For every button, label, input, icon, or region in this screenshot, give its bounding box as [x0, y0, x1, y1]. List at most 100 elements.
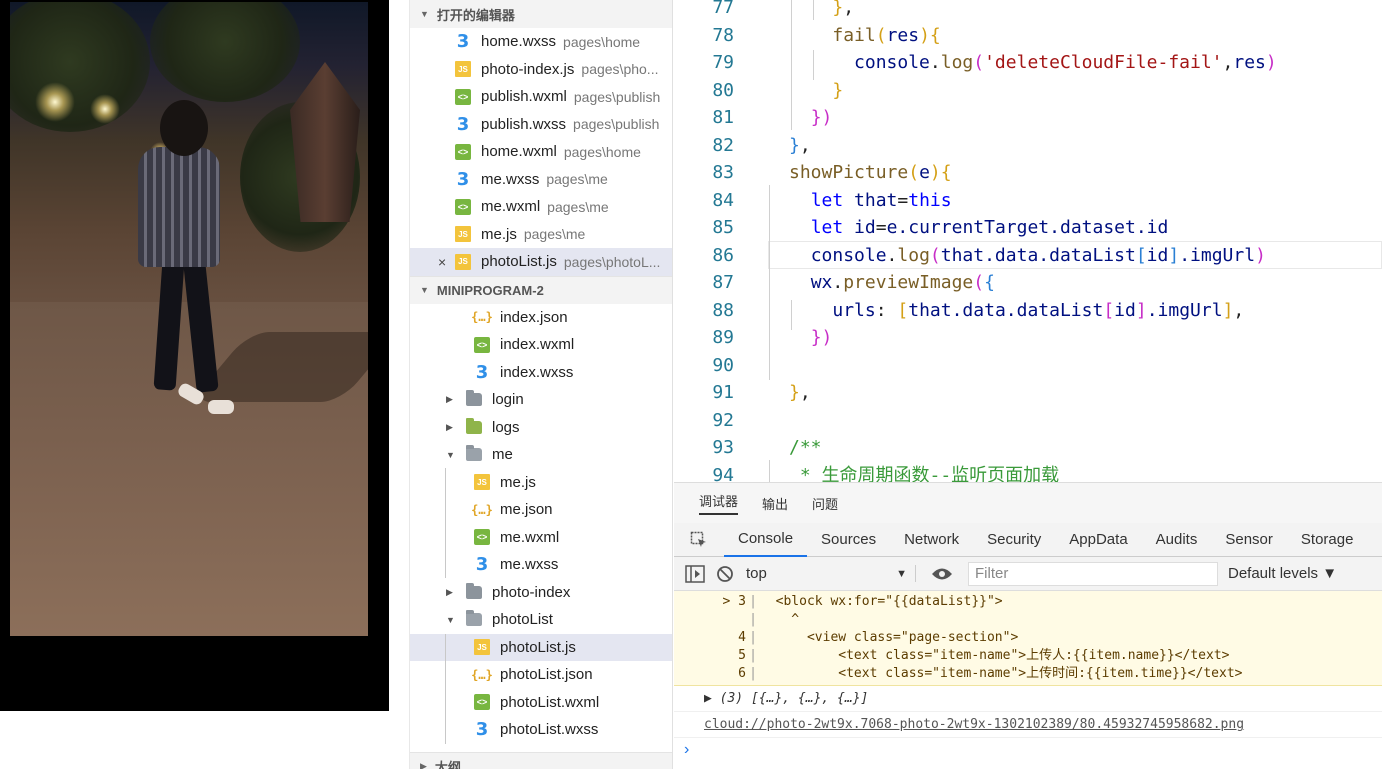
dropdown-triangle-icon: ▼ — [896, 567, 907, 580]
sidebar-toggle-icon[interactable] — [680, 564, 710, 583]
line-number: 92 — [712, 409, 734, 431]
line-number: 87 — [712, 272, 734, 293]
tree-item[interactable]: ▶ photo-index — [410, 579, 672, 607]
code-line[interactable]: 91}, — [674, 379, 1382, 407]
file-path: pages\pho... — [581, 61, 659, 78]
logs-folder-icon — [466, 417, 482, 435]
filter-input[interactable]: Filter — [968, 561, 1218, 586]
js-file-icon: JS — [455, 253, 471, 270]
eye-icon[interactable] — [924, 567, 960, 581]
file-path: pages\home — [563, 33, 641, 50]
code-line[interactable]: 92 — [674, 407, 1382, 435]
chevron-right-icon[interactable]: ▶ — [446, 394, 458, 405]
code-line[interactable]: 94 * 生命周期函数--监听页面加载 — [674, 462, 1382, 483]
tab-debugger[interactable]: 调试器 — [699, 491, 739, 515]
tree-item-label: me.wxml — [500, 528, 560, 546]
tree-item[interactable]: <> me.wxml — [410, 524, 672, 552]
open-editor-item[interactable]: <> me.wxml pages\me — [410, 193, 672, 221]
chevron-down-icon[interactable]: ▼ — [446, 450, 458, 460]
file-path: pages\publish — [573, 88, 661, 105]
file-path: pages\home — [563, 143, 641, 160]
chevron-right-icon[interactable]: ▶ — [446, 422, 458, 433]
file-name: photoList.js — [481, 253, 557, 271]
open-editors-header[interactable]: ▼ 打开的编辑器 — [410, 0, 672, 28]
code-line[interactable]: 78 fail(res){ — [674, 22, 1382, 50]
tree-item[interactable]: JS photoList.js — [410, 633, 672, 661]
tree-item[interactable]: ▼ photoList — [410, 606, 672, 634]
tree-item[interactable]: {…} index.json — [410, 304, 672, 332]
open-editor-item[interactable]: JS photo-index.js pages\pho... — [410, 56, 672, 84]
tree-item-label: photoList — [492, 611, 553, 629]
context-select[interactable]: top ▼ — [746, 565, 916, 582]
tree-item[interactable]: {…} me.json — [410, 496, 672, 524]
line-number: 91 — [712, 382, 734, 403]
tree-item[interactable]: ▶ logs — [410, 414, 672, 442]
open-editor-item[interactable]: 3 publish.wxss pages\publish — [410, 111, 672, 139]
element-picker-icon[interactable] — [674, 531, 724, 549]
js-file-icon: JS — [474, 639, 490, 656]
tree-item[interactable]: {…} photoList.json — [410, 661, 672, 689]
warning-message: > 3 | <block wx:for="{{dataList}}"> | ^ 4 | … — [674, 591, 1382, 686]
tree-item[interactable]: 3 index.wxss — [410, 359, 672, 387]
chevron-down-icon: ▼ — [420, 9, 429, 19]
tab-audits[interactable]: Audits — [1142, 523, 1212, 557]
devtools-tabs: Console Sources Network Security AppData… — [674, 523, 1382, 557]
tree-item[interactable]: 3 me.wxss — [410, 551, 672, 579]
file-name: me.wxss — [481, 170, 540, 188]
tab-problems[interactable]: 问题 — [812, 494, 838, 513]
code-line[interactable]: 84 let that=this — [674, 187, 1382, 215]
tab-console[interactable]: Console — [724, 523, 808, 557]
tab-network[interactable]: Network — [890, 523, 973, 557]
line-number: 82 — [712, 134, 734, 156]
project-header[interactable]: ▼ MINIPROGRAM-2 — [410, 275, 672, 304]
tree-item-label: index.wxml — [500, 336, 575, 354]
code-line[interactable]: 86 console.log(that.data.dataList[id].im… — [674, 242, 1382, 270]
preview-image[interactable] — [10, 2, 368, 636]
open-editor-item[interactable]: <> home.wxml pages\home — [410, 138, 672, 166]
code-line[interactable]: 83 showPicture(e){ — [674, 159, 1382, 187]
code-line[interactable]: 85 let id=e.currentTarget.dataset.id — [674, 214, 1382, 242]
url-log-link[interactable]: cloud://photo-2wt9x.7068-photo-2wt9x-130… — [674, 712, 1382, 738]
chevron-down-icon[interactable]: ▼ — [446, 615, 458, 625]
outline-header[interactable]: ▶ 大纲 — [410, 752, 672, 769]
console-prompt[interactable]: › — [674, 738, 1382, 762]
code-line[interactable]: 82}, — [674, 132, 1382, 160]
open-editor-item[interactable]: 3 me.wxss pages\me — [410, 166, 672, 194]
open-editor-item[interactable]: <> publish.wxml pages\publish — [410, 83, 672, 111]
tree-item[interactable]: <> index.wxml — [410, 331, 672, 359]
array-log[interactable]: ▶ (3) [{…}, {…}, {…}] — [674, 686, 1382, 712]
code-line[interactable]: 87 wx.previewImage({ — [674, 269, 1382, 297]
code-line[interactable]: 77 }, — [674, 0, 1382, 22]
tab-sources[interactable]: Sources — [807, 523, 890, 557]
tab-output[interactable]: 输出 — [762, 494, 788, 513]
code-line[interactable]: 93 /** — [674, 434, 1382, 462]
tab-storage[interactable]: Storage — [1287, 523, 1368, 557]
tree-item[interactable]: 3 photoList.wxss — [410, 716, 672, 744]
tree-item[interactable]: <> photoList.wxml — [410, 689, 672, 717]
code-line[interactable]: 81 }) — [674, 104, 1382, 132]
open-editor-item[interactable]: JS me.js pages\me — [410, 221, 672, 249]
close-icon[interactable]: × — [438, 254, 446, 270]
code-line[interactable]: 88 urls: [that.data.dataList[id].imgUrl]… — [674, 297, 1382, 325]
tab-appdata[interactable]: AppData — [1055, 523, 1141, 557]
tree-item[interactable]: JS me.js — [410, 469, 672, 497]
tree-item[interactable]: ▼ me — [410, 441, 672, 469]
file-path: pages\photoL... — [563, 253, 661, 270]
line-number: 94 — [712, 464, 734, 483]
css-file-icon: 3 — [475, 361, 489, 383]
open-editor-item[interactable]: 3 home.wxss pages\home — [410, 28, 672, 56]
clear-console-icon[interactable] — [710, 565, 740, 583]
tab-sensor[interactable]: Sensor — [1211, 523, 1287, 557]
code-line[interactable]: 80 } — [674, 77, 1382, 105]
chevron-right-icon[interactable]: ▶ — [446, 587, 458, 598]
code-line[interactable]: 89 }) — [674, 324, 1382, 352]
code-editor[interactable]: 77 }, 78 fail(res){79 console.log('delete… — [674, 0, 1382, 482]
default-levels-select[interactable]: Default levels ▼ — [1228, 565, 1337, 582]
file-name: photo-index.js — [481, 60, 575, 78]
open-editor-item[interactable]: × JS photoList.js pages\photoL... — [410, 248, 672, 276]
tab-security[interactable]: Security — [973, 523, 1055, 557]
code-text: showPicture(e){ — [789, 162, 952, 183]
code-line[interactable]: 90 — [674, 352, 1382, 380]
tree-item[interactable]: ▶ login — [410, 386, 672, 414]
code-line[interactable]: 79 console.log('deleteCloudFile-fail',re… — [674, 49, 1382, 77]
